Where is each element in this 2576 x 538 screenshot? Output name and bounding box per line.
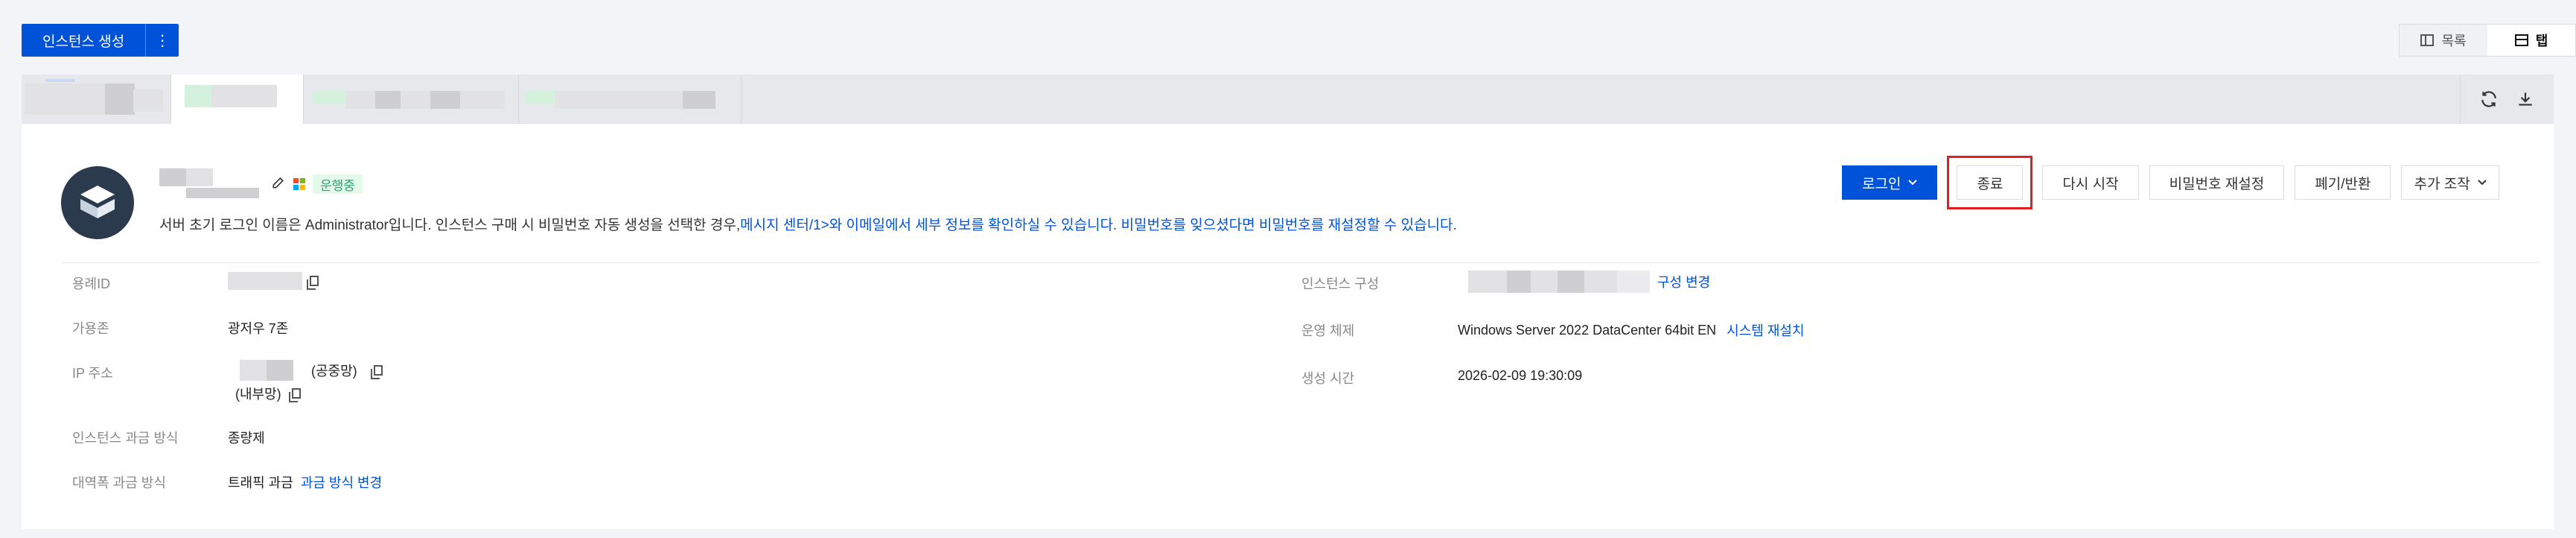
public-ip-suffix: (공중망) — [311, 364, 357, 379]
instance-config-row: 구성 변경 — [1468, 270, 1710, 293]
copy-icon[interactable] — [288, 388, 301, 402]
instance-config-label: 인스턴스 구성 — [1301, 276, 1380, 291]
login-label: 로그인 — [1862, 176, 1901, 192]
os-value: Windows Server 2022 DataCenter 64bit EN — [1458, 322, 1717, 338]
message-center-link[interactable]: 메시지 센터/1>와 이메일에서 세부 정보를 확인하실 수 있습니다. 비밀번… — [740, 218, 1457, 233]
create-instance-button[interactable]: 인스턴스 생성 — [22, 24, 145, 57]
chevron-down-icon — [1908, 180, 1918, 186]
more-actions-label: 추가 조작 — [2414, 176, 2470, 192]
more-actions-button[interactable]: 추가 조작 — [2401, 165, 2499, 200]
tab-strip-actions — [2460, 75, 2554, 124]
instance-tab-3[interactable] — [304, 75, 518, 124]
instance-id-value — [228, 272, 319, 290]
list-view-button[interactable]: 목록 — [2400, 25, 2487, 56]
bandwidth-billing-row: 트래픽 과금 과금 방식 변경 — [228, 472, 382, 492]
instance-actions: 로그인 종료 다시 시작 비밀번호 재설정 폐기/반환 추가 조작 — [1842, 156, 2499, 209]
terminate-button[interactable]: 폐기/반환 — [2295, 165, 2391, 200]
tab-view-button[interactable]: 탭 — [2487, 25, 2575, 56]
download-icon[interactable] — [2516, 89, 2535, 109]
copy-icon[interactable] — [370, 365, 383, 379]
reset-password-button[interactable]: 비밀번호 재설정 — [2149, 165, 2285, 200]
private-ip-suffix: (내부망) — [235, 387, 281, 402]
server-icon — [80, 186, 115, 218]
instance-tab-1[interactable] — [22, 75, 170, 124]
login-notice-text: 서버 초기 로그인 이름은 Administrator입니다. 인스턴스 구매 … — [159, 218, 741, 233]
created-time-label: 생성 시간 — [1301, 371, 1355, 386]
tab-view-icon — [2514, 34, 2528, 46]
reinstall-system-link[interactable]: 시스템 재설치 — [1727, 320, 1804, 340]
instance-tab-strip — [22, 75, 2554, 124]
instance-tab-4[interactable] — [519, 75, 741, 124]
edit-name-icon[interactable] — [271, 175, 286, 194]
chevron-down-icon — [2477, 180, 2487, 186]
instance-name-row: 운행중 — [159, 165, 363, 203]
copy-icon[interactable] — [307, 276, 319, 290]
public-ip-value: (공중망) — [240, 360, 383, 381]
billing-label: 인스턴스 과금 방식 — [72, 431, 179, 446]
tab-view-label: 탭 — [2535, 34, 2548, 48]
bandwidth-billing-label: 대역폭 과금 방식 — [72, 475, 166, 490]
change-config-link[interactable]: 구성 변경 — [1657, 272, 1710, 291]
refresh-icon[interactable] — [2479, 89, 2499, 109]
create-more-button[interactable]: ⋮ — [146, 24, 179, 57]
zone-label: 가용존 — [72, 321, 109, 336]
zone-value: 광저우 7존 — [228, 321, 289, 336]
login-button[interactable]: 로그인 — [1842, 165, 1938, 200]
os-row: Windows Server 2022 DataCenter 64bit EN … — [1458, 320, 1805, 340]
instance-tab-2[interactable] — [171, 75, 303, 124]
restart-button[interactable]: 다시 시작 — [2042, 165, 2139, 200]
instance-name — [159, 165, 259, 203]
ip-address-label: IP 주소 — [72, 366, 113, 381]
list-view-icon — [2420, 34, 2435, 46]
change-billing-link[interactable]: 과금 방식 변경 — [301, 472, 382, 492]
detail-divider — [61, 262, 2540, 263]
tab-separator — [741, 75, 742, 124]
stop-button[interactable]: 종료 — [1947, 156, 2033, 209]
os-label: 운영 체제 — [1301, 323, 1355, 338]
instance-avatar — [61, 166, 134, 239]
instance-id-label: 용례ID — [72, 276, 111, 291]
windows-icon — [293, 178, 305, 190]
bandwidth-billing-value: 트래픽 과금 — [228, 475, 293, 490]
create-instance-group: 인스턴스 생성 ⋮ — [22, 24, 179, 57]
billing-value: 종량제 — [228, 431, 265, 446]
view-toggle: 목록 탭 — [2399, 24, 2576, 57]
login-notice: 서버 초기 로그인 이름은 Administrator입니다. 인스턴스 구매 … — [159, 214, 1457, 234]
list-view-label: 목록 — [2441, 34, 2467, 48]
status-badge: 운행중 — [313, 174, 363, 194]
created-time-value: 2026-02-09 19:30:09 — [1458, 368, 1583, 383]
private-ip-value: (내부망) — [235, 384, 301, 403]
